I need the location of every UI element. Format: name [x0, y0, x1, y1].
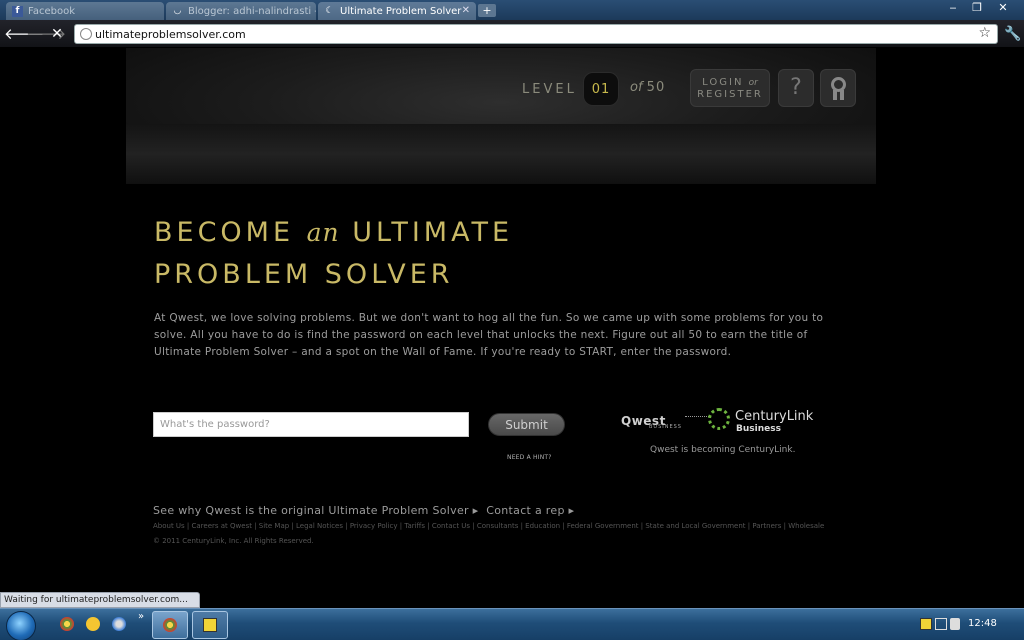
network-icon[interactable]	[935, 618, 947, 630]
register-label: REGISTER	[697, 89, 763, 100]
intro-paragraph: At Qwest, we love solving problems. But …	[154, 312, 824, 358]
headline-ultimate: ULTIMATE	[352, 217, 514, 248]
taskbar-notes-button[interactable]	[192, 611, 228, 639]
address-bar[interactable]: ☆	[74, 24, 998, 44]
chrome-icon	[163, 618, 177, 632]
volume-icon[interactable]	[950, 618, 960, 630]
chrome-icon[interactable]	[60, 617, 74, 631]
tab-title: Ultimate Problem Solver	[340, 5, 462, 17]
status-bubble: Waiting for ultimateproblemsolver.com...	[0, 592, 200, 608]
arrow-icon	[685, 416, 709, 417]
new-tab-button[interactable]: +	[478, 4, 496, 17]
headline-an: an	[306, 218, 340, 247]
app-icon[interactable]	[112, 617, 126, 631]
headline-become: BECOME	[154, 217, 295, 248]
centurylink-logo-text: CenturyLink	[735, 409, 814, 424]
password-input[interactable]	[153, 412, 469, 437]
tab-facebook[interactable]: f Facebook	[6, 2, 164, 20]
level-label: LEVEL	[522, 82, 577, 97]
taskbar: » 12:48	[0, 608, 1024, 640]
level-of-text: of	[630, 80, 643, 95]
facebook-icon: f	[12, 5, 23, 17]
tab-blogger[interactable]: ◡ Blogger: adhi-nalindrasti - ...	[166, 2, 316, 20]
headline-problem-solver: PROBLEM SOLVER	[154, 259, 454, 290]
restore-button[interactable]: ❐	[966, 0, 988, 16]
wall-of-fame-button[interactable]	[820, 69, 856, 107]
forward-arrow-icon[interactable]: 🡒	[26, 25, 66, 43]
taskbar-chrome-button[interactable]	[152, 611, 188, 639]
quicklaunch-overflow-icon[interactable]: »	[138, 611, 144, 622]
start-button[interactable]	[6, 611, 36, 640]
stop-icon[interactable]: ✕	[48, 25, 66, 43]
page-title: BECOME an ULTIMATE PROBLEM SOLVER	[154, 212, 513, 296]
close-tab-icon[interactable]: ✕	[462, 5, 470, 16]
bookmark-star-icon[interactable]: ☆	[978, 25, 991, 41]
back-arrow-icon[interactable]: 🡐	[4, 25, 44, 43]
tab-title: Blogger: adhi-nalindrasti - ...	[188, 5, 316, 17]
url-input[interactable]	[95, 26, 955, 42]
why-qwest-link[interactable]: See why Qwest is the original Ultimate P…	[153, 504, 478, 517]
flag-icon[interactable]	[920, 618, 932, 630]
tab-ultimate-problem-solver[interactable]: ☾ Ultimate Problem Solver ✕	[318, 2, 476, 20]
login-or-label: or	[748, 78, 758, 88]
centurylink-mark-icon	[708, 408, 730, 430]
header-banner: LEVEL 01 of 50 LOGIN or REGISTER ?	[126, 48, 876, 184]
login-label: LOGIN	[702, 77, 744, 88]
moon-icon: ☾	[325, 6, 334, 16]
footer-links[interactable]: About Us | Careers at Qwest | Site Map |…	[153, 522, 853, 530]
login-register-button[interactable]: LOGIN or REGISTER	[690, 69, 770, 107]
tab-title: Facebook	[28, 5, 75, 17]
tab-strip: f Facebook ◡ Blogger: adhi-nalindrasti -…	[0, 0, 1024, 20]
clock[interactable]: 12:48	[968, 618, 997, 629]
wrench-icon[interactable]: 🔧	[1004, 26, 1021, 42]
centurylink-logo-sub: Business	[736, 424, 781, 434]
browser-toolbar: 🡐 🡒 ✕ ☆	[0, 20, 1024, 48]
sticky-note-icon	[203, 618, 217, 632]
loading-icon: ◡	[174, 6, 181, 16]
level-total-number: 50	[646, 80, 666, 95]
need-a-hint-link[interactable]: NEED A HINT?	[507, 454, 552, 461]
qwest-business-logo: Qwest BUSINESS	[621, 410, 709, 430]
close-window-button[interactable]: ✕	[992, 0, 1014, 16]
smiley-icon[interactable]	[86, 617, 100, 631]
promo-links: See why Qwest is the original Ultimate P…	[153, 504, 578, 517]
page-content: LEVEL 01 of 50 LOGIN or REGISTER ? BECOM…	[0, 48, 1024, 592]
contact-rep-link[interactable]: Contact a rep ▸	[486, 504, 574, 517]
level-total: of 50	[630, 80, 665, 95]
level-current: 01	[583, 72, 619, 106]
becoming-centurylink-text: Qwest is becoming CenturyLink.	[650, 445, 796, 455]
submit-button[interactable]: Submit	[488, 413, 565, 436]
minimize-button[interactable]: ‒	[942, 0, 964, 16]
qwest-logo-sub: BUSINESS	[649, 424, 682, 430]
copyright-text: © 2011 CenturyLink, Inc. All Rights Rese…	[153, 537, 314, 545]
globe-icon	[80, 28, 92, 40]
help-button[interactable]: ?	[778, 69, 814, 107]
